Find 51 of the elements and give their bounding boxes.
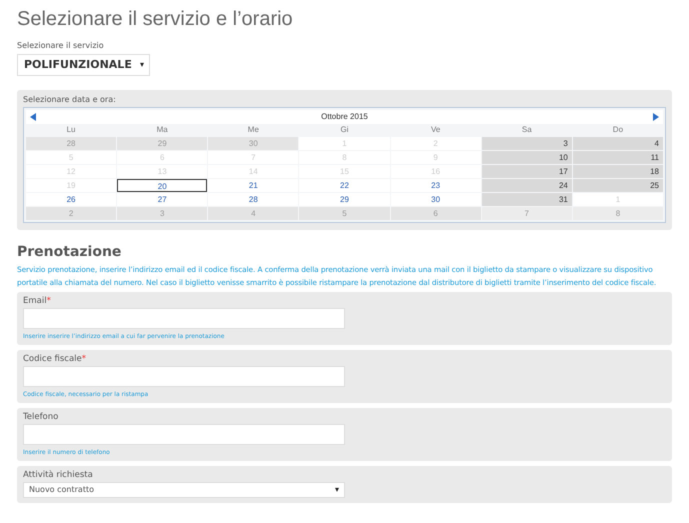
input-field[interactable]: [23, 366, 345, 386]
calendar-day[interactable]: 27: [117, 192, 208, 206]
calendar-day[interactable]: 30: [208, 136, 298, 150]
weekday-label: Lu: [66, 124, 77, 136]
weekday-label: Sa: [520, 124, 533, 136]
calendar-day[interactable]: 2: [26, 206, 116, 220]
calendar-day[interactable]: 8: [572, 206, 663, 220]
calendar-day[interactable]: 26: [26, 192, 116, 206]
input-field[interactable]: [23, 308, 345, 328]
weekday-label: Gi: [339, 124, 350, 136]
weekday-label: Me: [246, 124, 260, 136]
page-title: Selezionare il servizio e l’orario: [17, 8, 294, 31]
next-month-icon[interactable]: [652, 112, 659, 120]
previous-month-icon[interactable]: [30, 112, 36, 120]
calendar-day[interactable]: 18: [572, 164, 663, 178]
calendar-day[interactable]: 28: [208, 192, 298, 206]
activity-select[interactable]: Nuovo contratto ▾: [23, 482, 345, 498]
calendar-day[interactable]: 23: [390, 178, 481, 192]
field-label: Email*: [23, 296, 52, 306]
calendar-day[interactable]: 29: [299, 192, 390, 206]
input-field[interactable]: [23, 424, 345, 444]
calendar-day[interactable]: 31: [482, 192, 572, 206]
calendar-day[interactable]: 21: [208, 178, 298, 192]
calendar-day[interactable]: 4: [208, 206, 298, 220]
field-label: Codice fiscale*: [23, 354, 88, 364]
weekday-label: Ve: [430, 124, 442, 136]
calendar-day[interactable]: 7: [482, 206, 572, 220]
weekday-label: Do: [612, 124, 624, 136]
field-label: Telefono: [23, 412, 60, 422]
weekday-label: Ma: [156, 124, 169, 136]
calendar-day[interactable]: 11: [572, 150, 663, 164]
calendar-label: Selezionare data e ora:: [23, 94, 117, 104]
calendar-day[interactable]: 25: [572, 178, 663, 192]
calendar-day[interactable]: 20: [117, 178, 208, 192]
calendar-day[interactable]: 4: [572, 136, 663, 150]
calendar-day[interactable]: 24: [482, 178, 572, 192]
calendar-day[interactable]: 17: [482, 164, 572, 178]
service-label: Selezionare il servizio: [17, 41, 105, 50]
calendar-day[interactable]: 28: [26, 136, 116, 150]
calendar-month: Ottobre 2015: [321, 112, 368, 121]
section-heading: Prenotazione: [17, 244, 122, 260]
calendar-day[interactable]: 22: [299, 178, 390, 192]
calendar-day[interactable]: 3: [117, 206, 208, 220]
calendar-day[interactable]: 3: [482, 136, 572, 150]
service-select[interactable]: POLIFUNZIONALE ▾: [17, 54, 150, 76]
calendar-day[interactable]: 5: [299, 206, 390, 220]
calendar-day[interactable]: 10: [482, 150, 572, 164]
calendar-day[interactable]: 30: [390, 192, 481, 206]
calendar-day[interactable]: 6: [390, 206, 481, 220]
calendar-day[interactable]: 29: [117, 136, 208, 150]
field-label: Attività richiesta: [23, 470, 94, 480]
